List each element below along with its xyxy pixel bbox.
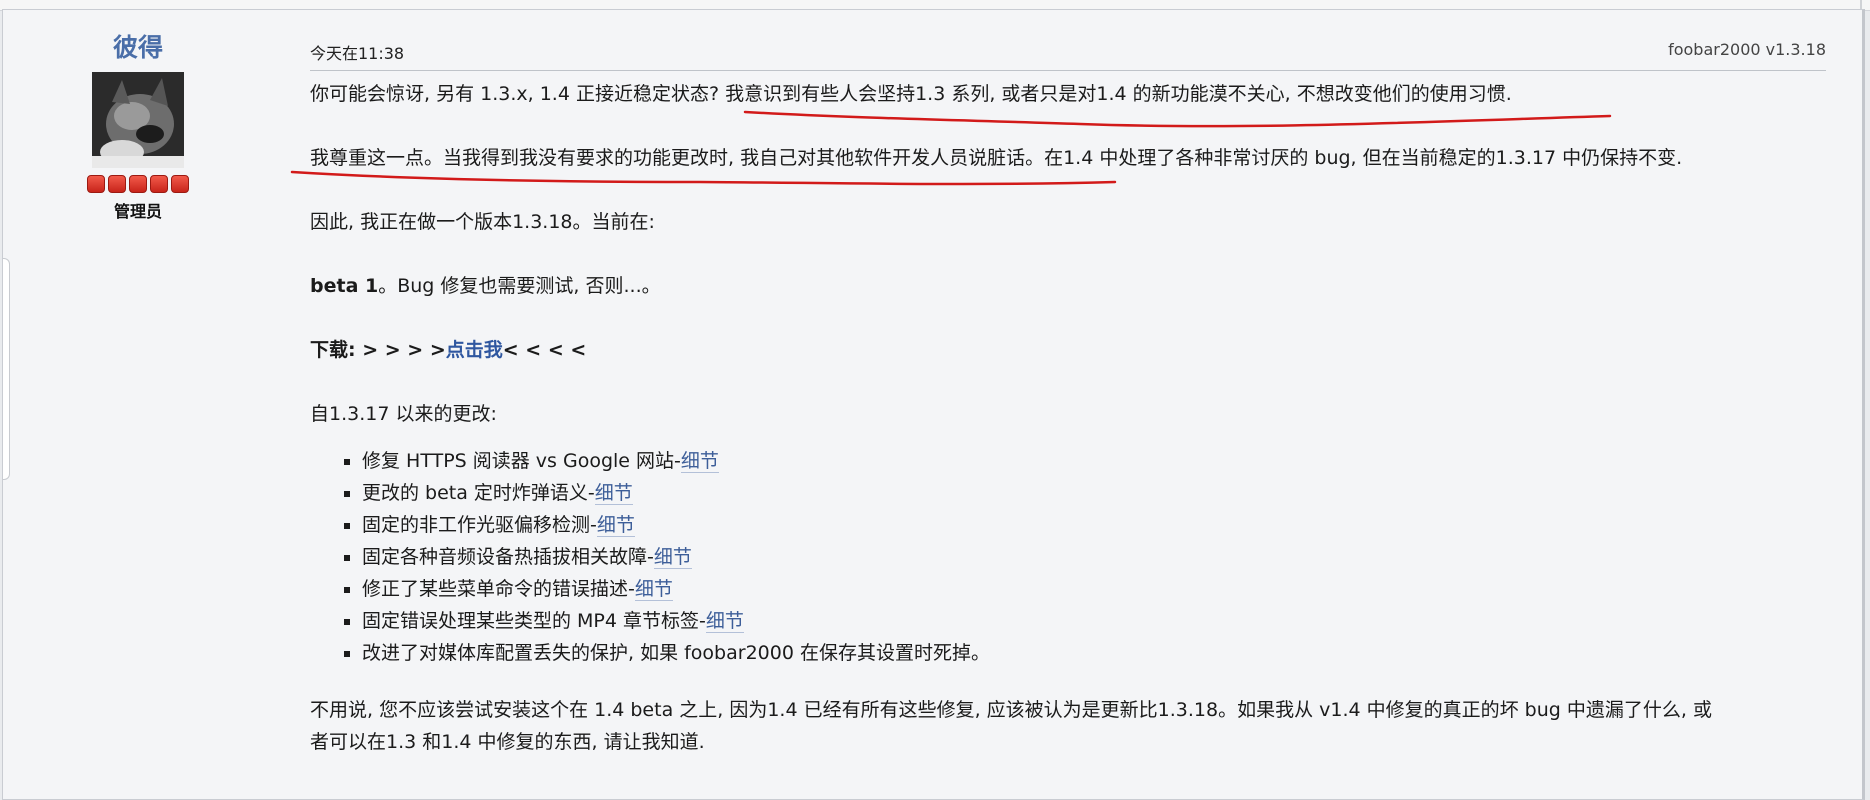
rank-badge <box>171 175 189 193</box>
list-item: 修正了某些菜单命令的错误描述-细节 <box>362 573 990 605</box>
change-text: 固定错误处理某些类型的 MP4 章节标签- <box>362 610 706 632</box>
rank-badges <box>63 175 213 193</box>
list-item: 固定各种音频设备热插拔相关故障-细节 <box>362 541 990 573</box>
post-content: 今天在11:38 foobar2000 v1.3.18 你可能会惊讶, 另有 1… <box>310 40 1826 753</box>
paragraph-closing-line1: 不用说, 您不应该尝试安装这个在 1.4 beta 之上, 因为1.4 已经有所… <box>310 699 1712 721</box>
author-role: 管理员 <box>113 202 162 221</box>
download-label: 下载: > > > > <box>310 339 446 361</box>
list-item: 更改的 beta 定时炸弹语义-细节 <box>362 477 990 509</box>
post-version-tag: foobar2000 v1.3.18 <box>1668 40 1826 59</box>
paragraph-respect: 我尊重这一点。当我得到我没有要求的功能更改时, 我自己对其他软件开发人员说脏话。… <box>310 147 1683 169</box>
details-link[interactable]: 细节 <box>596 514 635 537</box>
changes-list: 修复 HTTPS 阅读器 vs Google 网站-细节 更改的 beta 定时… <box>310 445 990 669</box>
paragraph-version: 因此, 我正在做一个版本1.3.18。当前在: <box>310 211 655 233</box>
details-link[interactable]: 细节 <box>680 450 719 473</box>
post-header: 今天在11:38 foobar2000 v1.3.18 <box>310 40 1826 71</box>
paragraph-beta: beta 1。Bug 修复也需要测试, 否则...。 <box>310 270 661 302</box>
details-link[interactable]: 细节 <box>594 482 633 505</box>
change-text: 改进了对媒体库配置丢失的保护, 如果 foobar2000 在保存其设置时死掉。 <box>362 642 990 664</box>
changes-header: 自1.3.17 以来的更改: <box>310 403 497 425</box>
rank-badge <box>87 175 105 193</box>
download-arrows: < < < < <box>502 339 587 361</box>
details-link[interactable]: 细节 <box>705 610 744 633</box>
change-text: 修复 HTTPS 阅读器 vs Google 网站- <box>362 450 681 472</box>
change-text: 固定各种音频设备热插拔相关故障- <box>362 546 654 568</box>
post-timestamp[interactable]: 今天在11:38 <box>310 40 404 64</box>
details-link[interactable]: 细节 <box>634 578 673 601</box>
rank-badge <box>150 175 168 193</box>
rank-badge <box>129 175 147 193</box>
beta-description: 。Bug 修复也需要测试, 否则...。 <box>378 275 661 297</box>
author-name-link[interactable]: 彼得 <box>63 28 213 64</box>
side-panel-tab[interactable] <box>3 258 10 480</box>
list-item: 修复 HTTPS 阅读器 vs Google 网站-细节 <box>362 445 990 477</box>
change-text: 更改的 beta 定时炸弹语义- <box>362 482 595 504</box>
paragraph-closing-line2: 者可以在1.3 和1.4 中修复的东西, 请让我知道. <box>310 731 705 753</box>
download-line: 下载: > > > >点击我< < < < <box>310 334 586 366</box>
list-item: 固定错误处理某些类型的 MP4 章节标签-细节 <box>362 605 990 637</box>
change-text: 固定的非工作光驱偏移检测- <box>362 514 597 536</box>
author-avatar[interactable] <box>92 72 184 168</box>
beta-label: beta 1 <box>310 275 379 297</box>
list-item: 改进了对媒体库配置丢失的保护, 如果 foobar2000 在保存其设置时死掉。 <box>362 637 990 669</box>
download-link[interactable]: 点击我 <box>446 339 503 361</box>
post-author-panel: 彼得 管理员 <box>63 28 213 222</box>
paragraph-intro: 你可能会惊讶, 另有 1.3.x, 1.4 正接近稳定状态? 我意识到有些人会坚… <box>310 83 1512 105</box>
rank-badge <box>108 175 126 193</box>
cat-avatar-image <box>92 72 184 168</box>
change-text: 修正了某些菜单命令的错误描述- <box>362 578 635 600</box>
forum-post: 彼得 管理员 今天在11:38 foobar2000 v1.3.18 你可能会惊… <box>2 9 1865 800</box>
details-link[interactable]: 细节 <box>653 546 692 569</box>
list-item: 固定的非工作光驱偏移检测-细节 <box>362 509 990 541</box>
